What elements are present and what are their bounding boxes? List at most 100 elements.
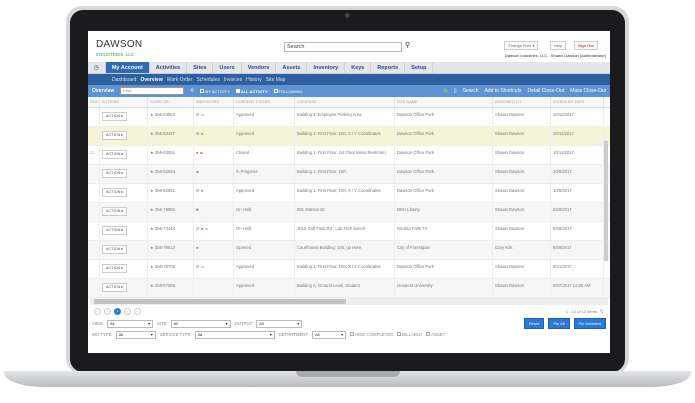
indicators-cell: ⚙ ▭	[194, 260, 234, 278]
search-input[interactable]: Search	[284, 42, 402, 52]
help-button[interactable]: Help	[550, 41, 567, 50]
logo[interactable]: DAWSON	[96, 39, 142, 50]
action-button[interactable]: ACTION ▸	[102, 150, 128, 159]
work-order-number[interactable]: 356-63051	[155, 150, 175, 155]
subnav-schedules[interactable]: Schedules	[196, 77, 219, 83]
pin-selected-button[interactable]: Pin Selected	[573, 318, 606, 329]
column-header[interactable]: FILE	[88, 97, 100, 107]
tab-my-account[interactable]: My Account	[105, 62, 150, 73]
laptop-notch	[296, 371, 400, 377]
action-button[interactable]: ACTION ▸	[102, 226, 128, 235]
wo-type-select[interactable]: All	[115, 330, 156, 339]
mass-close-out-link[interactable]: Mass Close-Out	[570, 88, 606, 94]
page-button[interactable]: 1	[114, 308, 121, 315]
table-row[interactable]: ACTION ▸ ★ 356-73444 ⚙ ● ▭ On Hold 3015 Golf…	[88, 222, 610, 241]
column-header[interactable]: ACTIONS	[100, 97, 148, 107]
work-order-number[interactable]: 356-78513	[155, 245, 175, 250]
action-button[interactable]: ACTION ▸	[102, 131, 128, 140]
action-button[interactable]: ACTION ▸	[102, 245, 128, 254]
work-order-number[interactable]: 356-62681	[155, 188, 175, 193]
search-link[interactable]: Search	[463, 88, 479, 94]
last-page-button[interactable]: »	[134, 308, 141, 315]
table-row[interactable]: ACTION ▸ ★ 356-62924 ▰ In Progress Building …	[88, 165, 610, 184]
sign-out-button[interactable]: Sign Out	[574, 41, 598, 50]
assigned-cell: Shawn Dawson	[493, 203, 551, 221]
action-button[interactable]: ACTION ▸	[102, 264, 128, 273]
billable-checkbox[interactable]: BILLABLE	[397, 332, 422, 337]
vertical-scrollbar[interactable]	[604, 141, 608, 261]
tab-reports[interactable]: Reports	[371, 62, 406, 73]
action-button[interactable]: ACTION ▸	[102, 188, 128, 197]
file-cell	[88, 165, 100, 183]
view-select[interactable]: All	[106, 319, 153, 328]
table-row[interactable]: ACTION ▸ ★ 356-67066 Approved Building A: G…	[88, 279, 610, 298]
status-cell: In Progress	[234, 165, 295, 183]
table-row[interactable]: ACTION ▸ ★ 356-63553 ⚙ ▭ Approved Building 2…	[88, 108, 610, 127]
table-row[interactable]: ACTION ▸ ★ 356-78855 ■ On Hold 801 Watson Dr…	[88, 203, 610, 222]
table-row[interactable]: ACTION ▸ ★ 356-63427 ⚙ ● Approved Building 1…	[88, 127, 610, 146]
tab-vendors[interactable]: Vendors	[242, 62, 277, 73]
asset-checkbox[interactable]: ASSET	[426, 332, 445, 337]
subnav-overview[interactable]: Overview	[140, 77, 162, 83]
search-icon[interactable]: ⚲	[405, 41, 410, 49]
all-activity-radio[interactable]: ALL ACTIVITY	[235, 88, 268, 94]
document-icon[interactable]: ▯	[454, 88, 457, 94]
department-select[interactable]: All	[312, 330, 347, 339]
work-order-number[interactable]: 356-63553	[155, 112, 175, 117]
file-cell[interactable]: ☐	[88, 146, 100, 164]
add-shortcuts-link[interactable]: Add to Shortcuts	[485, 88, 522, 94]
action-button[interactable]: ACTION ▸	[102, 207, 128, 216]
column-header[interactable]: WORK OR...	[148, 97, 194, 107]
table-row[interactable]: ☐ ACTION ▸ ★ 356-63051 ● ▰ Closed Building 1:…	[88, 146, 610, 165]
tab-setup[interactable]: Setup	[405, 62, 434, 73]
reset-button[interactable]: Reset	[523, 318, 545, 329]
tab-users[interactable]: Users	[213, 62, 242, 73]
table-row[interactable]: ACTION ▸ ★ 356-75705 ⚙ ▭ Approved Building 1…	[88, 260, 610, 279]
tab-sites[interactable]: Sites	[187, 62, 214, 73]
work-order-number[interactable]: 356-73444	[155, 226, 175, 231]
column-header[interactable]: CURRENT STATUS	[234, 97, 295, 107]
tab-activities[interactable]: Activities	[150, 62, 188, 73]
work-order-number[interactable]: 356-63427	[155, 131, 175, 136]
work-order-number[interactable]: 356-75705	[155, 264, 175, 269]
column-header[interactable]: LOCATION	[295, 97, 395, 107]
work-order-number[interactable]: 356-67066	[155, 283, 175, 288]
action-button[interactable]: ACTION ▸	[102, 283, 128, 292]
work-order-number[interactable]: 356-62924	[155, 169, 175, 174]
export-icon[interactable]: ▣	[443, 88, 448, 94]
find-input[interactable]: Find...	[120, 87, 185, 95]
service-type-select[interactable]: All	[194, 330, 275, 339]
output-select[interactable]: All	[256, 319, 303, 328]
find-icon[interactable]: ⚲	[190, 88, 194, 94]
subnav-site-map[interactable]: Site Map	[266, 77, 286, 83]
history-icon[interactable]: ◷	[88, 62, 106, 73]
column-header[interactable]: INDICATORS	[194, 97, 234, 107]
change-role-button[interactable]: Change Role ▾	[504, 41, 539, 50]
tab-keys[interactable]: Keys	[345, 62, 372, 73]
tab-assets[interactable]: Assets	[276, 62, 308, 73]
column-header[interactable]: SITE NAME	[395, 97, 493, 107]
prev-page-button[interactable]: ‹	[104, 308, 111, 315]
subnav-work-order[interactable]: Work Order	[167, 77, 193, 83]
subnav-dashboard[interactable]: Dashboard	[112, 77, 136, 83]
following-radio[interactable]: FOLLOWING	[273, 88, 303, 94]
refresh-icon[interactable]: ↻	[600, 309, 604, 315]
action-button[interactable]: ACTION ▸	[102, 169, 128, 178]
table-row[interactable]: ACTION ▸ ★ 356-78513 ● Opened Courthouse Bui…	[88, 241, 610, 260]
column-header[interactable]: SCHEDULE DATE	[551, 97, 604, 107]
column-header[interactable]: ASSIGNED TO	[493, 97, 551, 107]
pin-all-button[interactable]: Pin All	[548, 318, 570, 329]
horizontal-scrollbar[interactable]	[90, 298, 608, 305]
action-button[interactable]: ACTION ▸	[102, 112, 128, 121]
detail-close-out-link[interactable]: Detail Close-Out	[527, 88, 564, 94]
tab-inventory[interactable]: Inventory	[307, 62, 346, 73]
next-page-button[interactable]: ›	[124, 308, 131, 315]
site-select[interactable]: All	[170, 319, 231, 328]
my-activity-radio[interactable]: MY ACTIVITY	[199, 88, 230, 94]
hide-completed-checkbox[interactable]: HIDE COMPLETED	[350, 332, 393, 337]
subnav-invoices[interactable]: Invoices	[224, 77, 242, 83]
table-row[interactable]: ACTION ▸ ★ 356-62681 ⚙ ● Approved Building 1…	[88, 184, 610, 203]
subnav-history[interactable]: History	[246, 77, 262, 83]
work-order-number[interactable]: 356-78855	[155, 207, 175, 212]
first-page-button[interactable]: «	[94, 308, 101, 315]
